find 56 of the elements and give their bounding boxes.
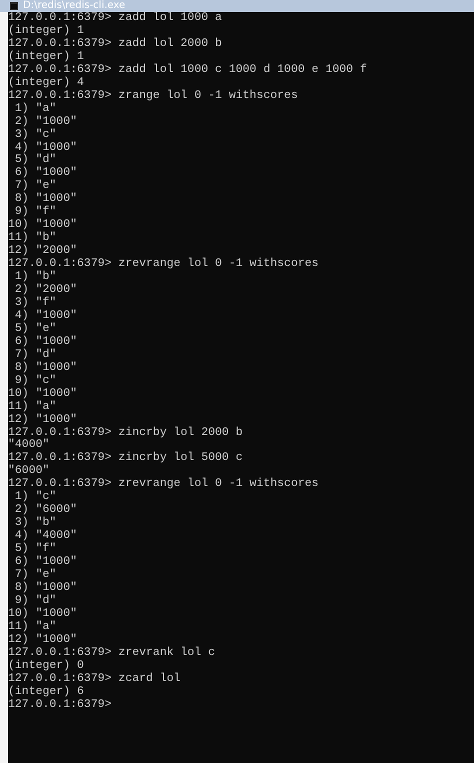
terminal-line: 2) "1000": [14, 116, 78, 128]
terminal-line: 12) "2000": [8, 245, 78, 258]
terminal-line: 127.0.0.1:6379> zrevrange lol 0 -1 withscores: [8, 258, 319, 270]
terminal-line: 4) "4000": [14, 530, 78, 542]
terminal-line: 10) "1000": [8, 388, 78, 400]
terminal-line: 11) "b": [8, 232, 56, 244]
terminal-line: 1) "a": [14, 102, 56, 116]
terminal-line: 127.0.0.1:6379> zadd lol 1000 c 1000 d 1000 e 1000 f: [8, 64, 367, 76]
terminal-line: 3) "c": [14, 128, 56, 142]
terminal-line: 127.0.0.1:6379> zrevrank lol c: [8, 646, 216, 660]
terminal-line: 11) "a": [8, 400, 56, 414]
terminal-line: 127.0.0.1:6379> zcard lol: [8, 672, 181, 686]
terminal-line: 5) "d": [14, 154, 56, 166]
terminal-line: (integer) 4: [8, 76, 84, 90]
terminal-line: 4) "1000": [14, 142, 78, 154]
terminal-line: (integer) 1: [8, 50, 84, 64]
terminal-line: 4) "1000": [14, 310, 78, 322]
terminal-line: 3) "f": [14, 296, 56, 310]
terminal-line: 7) "d": [14, 348, 56, 362]
terminal-line: 1) "b": [14, 271, 56, 284]
terminal-line: (integer) 1: [8, 24, 84, 38]
terminal-line: 9) "c": [14, 374, 56, 388]
terminal-line: 6) "1000": [14, 167, 78, 180]
terminal-line: 5) "e": [14, 322, 56, 336]
terminal-line: 5) "f": [14, 543, 56, 556]
terminal-line: 127.0.0.1:6379> zadd lol 2000 b: [8, 38, 222, 50]
app-icon: [10, 2, 18, 10]
terminal-line: 3) "b": [14, 517, 56, 530]
window-title: D:\redis\redis-cli.exe: [23, 0, 126, 12]
terminal-line: 12) "1000": [8, 634, 78, 647]
terminal-line: 8) "1000": [14, 582, 78, 594]
terminal-line: 1) "c": [14, 491, 56, 504]
terminal-line: "4000": [8, 439, 50, 452]
terminal-line: 8) "1000": [14, 193, 78, 206]
terminal-line: 127.0.0.1:6379> zadd lol 1000 a: [8, 12, 222, 24]
terminal-line: 127.0.0.1:6379> zrevrange lol 0 -1 withscores: [8, 478, 319, 490]
terminal-line: 9) "d": [14, 594, 56, 608]
terminal-line: 11) "a": [8, 620, 56, 634]
terminal-line: 10) "1000": [8, 608, 78, 620]
terminal-line: 12) "1000": [8, 414, 78, 426]
terminal-line: 127.0.0.1:6379>: [8, 698, 112, 712]
terminal-line: "6000": [8, 465, 50, 478]
terminal-line: 8) "1000": [14, 362, 78, 374]
terminal-line: 2) "2000": [14, 284, 78, 296]
terminal-line: 127.0.0.1:6379> zincrby lol 5000 c: [8, 452, 243, 464]
terminal-line: (integer) 6: [8, 686, 84, 699]
terminal-line: 7) "e": [14, 568, 56, 582]
terminal-line: 9) "f": [14, 206, 56, 218]
terminal-line: 7) "e": [14, 180, 56, 192]
terminal-line: 127.0.0.1:6379> zincrby lol 2000 b: [8, 426, 243, 438]
terminal-line: 2) "6000": [14, 504, 78, 516]
terminal-line: 6) "1000": [14, 336, 78, 348]
terminal-line: 10) "1000": [8, 219, 78, 232]
terminal-line: 127.0.0.1:6379> zrange lol 0 -1 withscores: [8, 90, 298, 102]
terminal-line: (integer) 0: [8, 660, 84, 673]
terminal-line: 6) "1000": [14, 556, 78, 568]
